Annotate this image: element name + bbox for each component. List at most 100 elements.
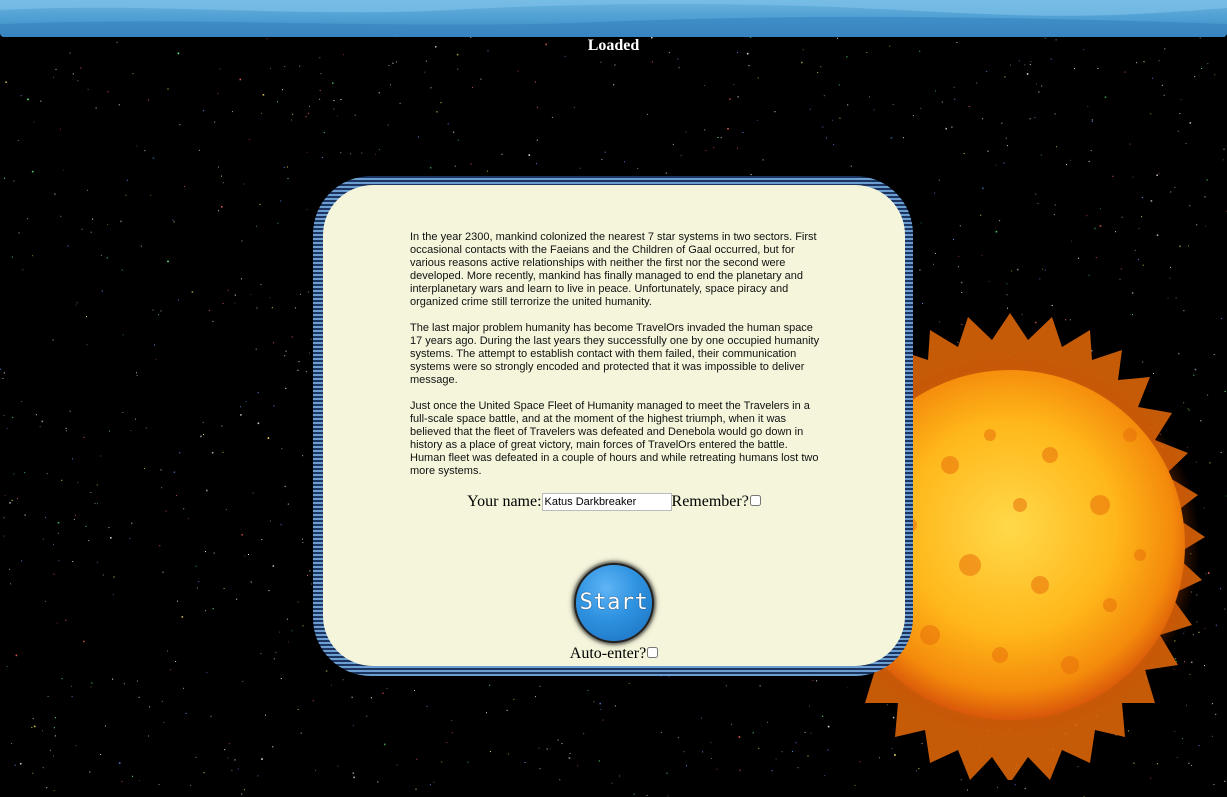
- star: [1044, 269, 1046, 271]
- star: [55, 68, 57, 70]
- star: [269, 520, 271, 522]
- star: [377, 781, 379, 783]
- auto-enter-checkbox[interactable]: [647, 647, 659, 658]
- star: [100, 754, 102, 755]
- star: [42, 767, 44, 769]
- star: [1175, 297, 1177, 299]
- star: [801, 61, 803, 64]
- star: [210, 715, 212, 717]
- star: [742, 132, 744, 133]
- star: [80, 67, 82, 69]
- star: [319, 57, 321, 59]
- star: [77, 482, 79, 484]
- star: [873, 109, 875, 111]
- star: [83, 436, 85, 438]
- star: [561, 743, 563, 745]
- star: [167, 650, 168, 652]
- star: [1071, 240, 1073, 242]
- star: [130, 430, 132, 431]
- star: [198, 149, 200, 151]
- star: [90, 492, 92, 493]
- star: [162, 571, 164, 573]
- star: [241, 240, 243, 242]
- star: [490, 751, 491, 753]
- star: [1036, 83, 1038, 85]
- star: [63, 169, 65, 171]
- name-input[interactable]: [541, 493, 672, 511]
- star: [1121, 216, 1123, 218]
- star: [57, 521, 60, 524]
- star: [217, 166, 219, 168]
- star: [1215, 713, 1217, 715]
- star: [716, 768, 718, 770]
- star: [517, 70, 519, 72]
- star: [705, 150, 707, 151]
- star: [536, 163, 537, 165]
- star: [425, 60, 427, 62]
- star: [41, 420, 44, 423]
- star: [388, 65, 390, 66]
- start-button[interactable]: Start: [570, 559, 658, 647]
- star: [21, 401, 23, 402]
- star: [1185, 143, 1187, 145]
- star: [683, 751, 685, 753]
- remember-checkbox[interactable]: [749, 495, 761, 506]
- star: [195, 565, 197, 567]
- star: [269, 297, 271, 299]
- star: [1141, 197, 1143, 198]
- star: [272, 565, 275, 567]
- load-status: Loaded: [587, 37, 640, 54]
- star: [205, 610, 207, 612]
- star: [833, 144, 835, 145]
- star: [1066, 164, 1067, 166]
- star: [55, 717, 56, 719]
- star: [1016, 268, 1019, 271]
- star: [252, 492, 254, 494]
- star: [223, 588, 225, 589]
- star: [762, 159, 764, 161]
- star: [1097, 68, 1099, 69]
- star: [17, 498, 18, 500]
- star: [6, 428, 8, 429]
- star: [83, 640, 85, 643]
- star: [3, 372, 5, 374]
- star: [430, 87, 432, 89]
- star: [1222, 159, 1224, 161]
- star: [86, 344, 88, 346]
- star: [259, 203, 261, 205]
- star: [551, 116, 553, 118]
- star: [386, 687, 388, 689]
- star: [308, 112, 310, 114]
- star: [96, 561, 98, 563]
- star: [980, 214, 982, 216]
- star: [1088, 160, 1090, 162]
- star: [185, 712, 187, 714]
- star: [57, 532, 59, 534]
- star: [154, 344, 155, 346]
- star: [351, 696, 353, 698]
- star: [96, 484, 98, 486]
- star: [183, 508, 185, 510]
- star: [158, 784, 160, 785]
- star: [601, 158, 603, 160]
- star: [1224, 391, 1226, 392]
- star: [912, 115, 914, 117]
- star: [65, 427, 67, 429]
- star: [568, 757, 571, 759]
- star: [240, 406, 242, 408]
- star: [1150, 200, 1153, 202]
- star: [920, 107, 922, 109]
- star: [24, 514, 26, 516]
- star: [308, 352, 310, 354]
- star: [67, 245, 69, 247]
- game-screen: Loaded In the year 2300, mankind coloniz…: [0, 0, 1227, 797]
- story-paragraph: Just once the United Space Fleet of Huma…: [410, 400, 819, 477]
- star: [953, 239, 954, 240]
- star: [441, 761, 443, 763]
- star: [46, 473, 48, 475]
- star: [87, 88, 89, 90]
- star: [1177, 130, 1179, 132]
- star: [69, 410, 71, 412]
- star: [113, 576, 115, 578]
- name-label: Your name:: [467, 493, 542, 510]
